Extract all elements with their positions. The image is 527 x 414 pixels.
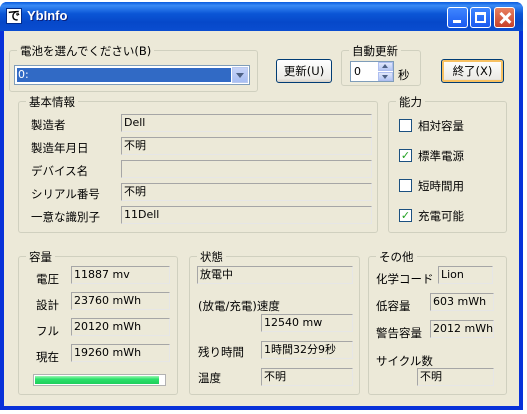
full-capacity-value: 20120 mWh [71,318,170,336]
minimize-button[interactable] [447,7,468,28]
system-power-label[interactable]: 標準電源 [418,148,464,164]
full-capacity-label: フル [36,324,59,338]
unique-id-label: 一意な識別子 [31,210,100,224]
current-capacity-label: 現在 [36,350,59,364]
design-capacity-label: 設計 [36,298,59,312]
remaining-time-label: 残り時間 [198,345,244,359]
rate-label: (放電/充電)速度 [198,299,280,313]
cycle-count-label: サイクル数 [376,354,433,368]
spin-up-icon[interactable] [378,62,393,71]
title-bar[interactable]: で YbInfo [0,2,523,31]
capacity-title: 容量 [26,249,55,265]
device-name-value [121,160,372,178]
charge-progress-bar [33,374,166,386]
unique-id-value: 11Dell [121,206,372,224]
cycle-count-value: 不明 [417,368,494,386]
exit-button[interactable]: 終了(X) [441,59,504,83]
manufacture-date-label: 製造年月日 [31,141,89,155]
other-title: その他 [376,249,417,265]
battery-select-label: 電池を選んでください(B) [17,43,155,59]
chevron-down-icon[interactable] [232,67,248,83]
window-title: YbInfo [27,8,68,23]
rechargeable-label[interactable]: 充電可能 [418,208,464,224]
rechargeable-checkbox[interactable]: ✓ [399,209,412,222]
battery-dropdown-value: 0: [17,68,231,82]
manufacture-date-value: 不明 [121,137,372,155]
status-state-value: 放電中 [197,266,353,284]
short-term-label[interactable]: 短時間用 [418,178,464,194]
rate-value: 12540 mw [261,314,353,332]
manufacturer-label: 製造者 [31,118,66,132]
charge-progress-fill [35,376,159,384]
capabilities-title: 能力 [396,94,425,110]
battery-dropdown[interactable]: 0: [14,65,250,85]
spin-down-icon[interactable] [378,72,393,81]
temperature-value: 不明 [261,368,353,386]
warning-capacity-label: 警告容量 [376,326,422,340]
maximize-button[interactable] [470,7,491,28]
low-capacity-value: 603 mWh [430,293,494,311]
serial-number-label: シリアル番号 [31,187,100,201]
design-capacity-value: 23760 mWh [71,292,170,310]
relative-capacity-label[interactable]: 相対容量 [418,118,464,134]
current-capacity-value: 19260 mWh [71,344,170,362]
app-icon[interactable]: で [6,8,22,24]
system-power-checkbox[interactable]: ✓ [399,149,412,162]
refresh-button[interactable]: 更新(U) [276,59,332,83]
serial-number-value: 不明 [121,183,372,201]
ybinfo-window: で YbInfo 電池を選んでください(B) 0: 更新(U) 自動更新 0 秒… [0,2,523,410]
maximize-icon [475,12,486,23]
temperature-label: 温度 [198,371,221,385]
low-capacity-label: 低容量 [376,299,411,313]
client-area: 電池を選んでください(B) 0: 更新(U) 自動更新 0 秒 終了(X) 基本… [4,31,519,406]
short-term-checkbox[interactable] [399,179,412,192]
warning-capacity-value: 2012 mWh [430,320,494,338]
status-title: 状態 [197,249,226,265]
basic-info-title: 基本情報 [26,94,78,110]
voltage-value: 11887 mv [71,266,170,284]
voltage-label: 電圧 [36,272,59,286]
chemistry-value: Lion [438,266,493,284]
close-button[interactable] [494,7,515,28]
manufacturer-value: Dell [121,114,372,132]
auto-refresh-unit: 秒 [398,68,410,82]
chemistry-label: 化学コード [376,272,434,286]
auto-refresh-label: 自動更新 [349,43,401,59]
minimize-icon [453,20,461,23]
relative-capacity-checkbox[interactable] [399,119,412,132]
remaining-time-value: 1時間32分9秒 [261,341,353,359]
device-name-label: デバイス名 [31,164,89,178]
